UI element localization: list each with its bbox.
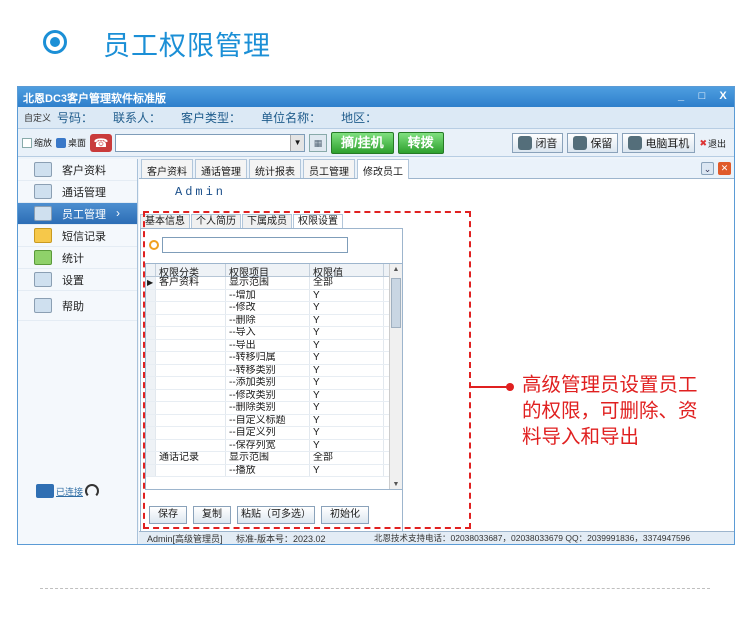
toolbar: 缩放 桌面 ☎ ▼ ▦ 摘/挂机 转拨 闭音 保留 电脑耳机 ✖ 退出: [18, 129, 734, 157]
status-support: 北恩技术支持电话：02038033687，02038033679 QQ：2039…: [374, 533, 691, 543]
tab-calls[interactable]: 通话管理: [195, 159, 247, 178]
sidebar-item-label: 帮助: [62, 300, 84, 313]
phone-icon[interactable]: ☎: [90, 133, 113, 152]
sidebar: 客户资料 通话管理 员工管理 短信记录 统计 设置 帮助 已连接: [18, 159, 138, 544]
hold-label: 保留: [590, 138, 613, 150]
sidebar-item-label: 短信记录: [62, 230, 106, 243]
sidebar-item-sms[interactable]: 短信记录: [18, 225, 137, 247]
sidebar-item-staff[interactable]: 员工管理: [18, 203, 137, 225]
region-label: 地区：: [341, 111, 378, 125]
desktop-label: 桌面: [68, 138, 87, 148]
computer-icon: [628, 136, 643, 150]
connection-label: 已连接: [56, 486, 84, 497]
chevron-down-icon[interactable]: ▼: [290, 134, 305, 151]
sidebar-item-settings[interactable]: 设置: [18, 269, 137, 291]
minimize-button[interactable]: _: [676, 90, 686, 102]
status-user: Admin[高级管理员]: [147, 533, 223, 544]
help-icon: [34, 298, 52, 313]
sidebar-item-label: 客户资料: [62, 164, 106, 177]
tab-reports[interactable]: 统计报表: [249, 159, 301, 178]
window-titlebar: 北恩DC3客户管理软件标准版 _ □ X: [18, 87, 734, 107]
sidebar-item-customers[interactable]: 客户资料: [18, 159, 137, 181]
staff-icon: [34, 206, 52, 221]
custom-label[interactable]: 自定义: [24, 111, 51, 124]
callout-line: [471, 386, 508, 388]
window-controls: _ □ X: [676, 90, 728, 102]
caller-info-bar: 自定义 号码： 联系人： 客户类型： 单位名称： 地区：: [18, 107, 734, 129]
tab-staff[interactable]: 员工管理: [303, 159, 355, 178]
checkbox-icon: [22, 137, 32, 148]
dialpad-icon[interactable]: ▦: [309, 133, 328, 152]
desktop-icon: [56, 137, 67, 148]
stats-icon: [34, 250, 52, 265]
call-icon: [34, 184, 52, 199]
close-icon: ✖: [699, 137, 707, 148]
sidebar-item-help[interactable]: 帮助: [18, 291, 137, 321]
divider: [40, 588, 710, 589]
mute-button[interactable]: 闭音: [512, 133, 564, 153]
sidebar-item-stats[interactable]: 统计: [18, 247, 137, 269]
headset-icon: [85, 484, 100, 498]
computer-icon: [36, 484, 54, 498]
window-title: 北恩DC3客户管理软件标准版: [23, 93, 167, 105]
page-header: 员工权限管理: [0, 0, 750, 84]
contact-label: 联系人：: [113, 111, 162, 125]
page-title: 员工权限管理: [103, 31, 271, 62]
exit-label: 退出: [707, 138, 726, 149]
mute-label: 闭音: [535, 138, 558, 150]
shrink-toggle[interactable]: 缩放: [22, 136, 52, 149]
callout-dot: [506, 383, 514, 391]
close-button[interactable]: X: [718, 90, 728, 102]
phone-number-combo[interactable]: ▼: [115, 133, 306, 152]
exit-button[interactable]: ✖ 退出: [699, 137, 726, 150]
staff-name: Admin: [175, 185, 227, 199]
number-label: 号码：: [57, 111, 94, 125]
hold-button[interactable]: 保留: [567, 133, 619, 153]
desktop-toggle[interactable]: 桌面: [56, 136, 86, 149]
sidebar-item-label: 通话管理: [62, 186, 106, 199]
bullet-icon: [43, 30, 67, 54]
sms-icon: [34, 228, 52, 243]
transfer-button[interactable]: 转拨: [397, 131, 444, 154]
tab-edit-staff[interactable]: 修改员工: [357, 159, 409, 179]
status-bar: Admin[高级管理员] 标准-版本号：2023.02 北恩技术支持电话：020…: [139, 531, 734, 544]
microphone-icon: [518, 136, 533, 150]
sidebar-item-label: 设置: [62, 274, 84, 287]
customer-icon: [34, 162, 52, 177]
tab-customers[interactable]: 客户资料: [141, 159, 193, 178]
shrink-label: 缩放: [34, 138, 53, 148]
call-tools: 闭音 保留 电脑耳机 ✖ 退出: [512, 133, 726, 153]
tab-list-icon[interactable]: ⌄: [701, 162, 714, 175]
company-label: 单位名称：: [261, 111, 322, 125]
callout-text: 高级管理员设置员工的权限，可删除、资料导入和导出: [522, 373, 698, 448]
highlight-box: [143, 211, 471, 529]
pickup-hangup-button[interactable]: 摘/挂机: [331, 131, 394, 154]
headphone-icon: [573, 136, 588, 150]
settings-icon: [34, 272, 52, 287]
main-tabs: 客户资料 通话管理 统计报表 员工管理 修改员工 ⌄ ✕: [139, 159, 734, 179]
sidebar-item-label: 统计: [62, 252, 84, 265]
pc-headset-label: 电脑耳机: [645, 138, 690, 150]
sidebar-item-calls[interactable]: 通话管理: [18, 181, 137, 203]
connection-status[interactable]: 已连接: [36, 484, 100, 498]
maximize-button[interactable]: □: [697, 90, 707, 102]
sidebar-item-label: 员工管理: [62, 208, 106, 221]
status-version: 标准-版本号：2023.02: [236, 533, 326, 544]
customer-type-label: 客户类型：: [181, 111, 242, 125]
tab-close-icon[interactable]: ✕: [718, 162, 731, 175]
pc-headset-button[interactable]: 电脑耳机: [622, 133, 696, 153]
